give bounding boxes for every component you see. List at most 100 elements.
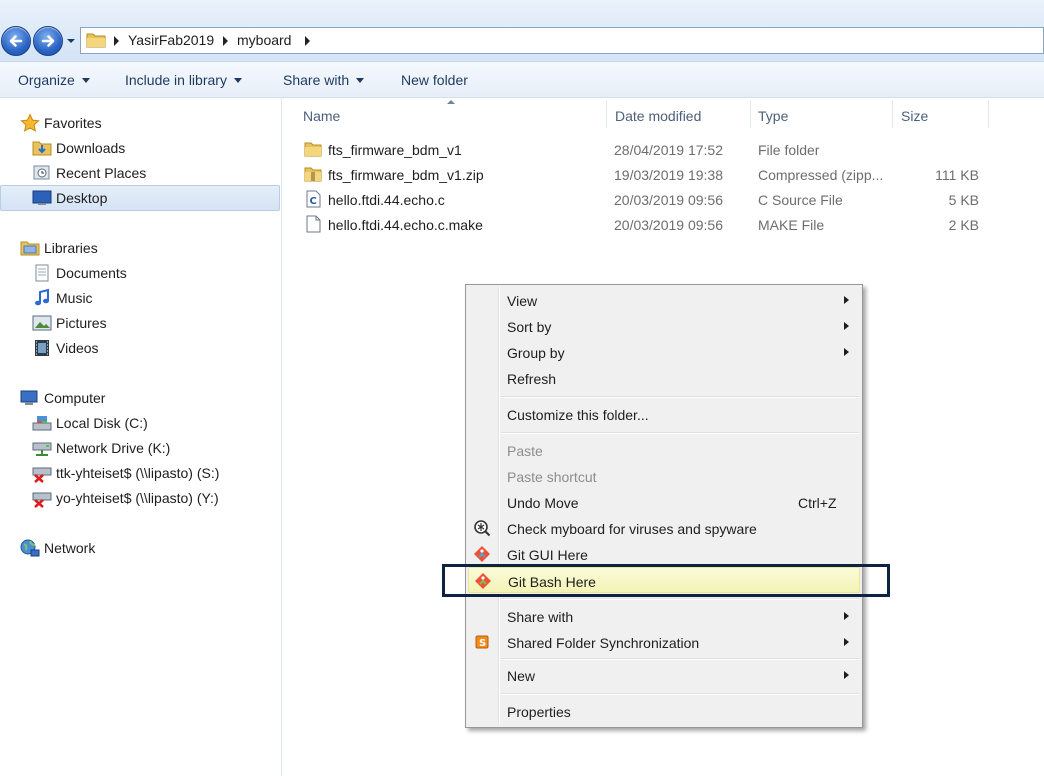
menu-item-label: Shared Folder Synchronization: [507, 635, 700, 651]
nav-pictures-label: Pictures: [56, 315, 107, 331]
nav-favorites-label: Favorites: [44, 115, 102, 131]
menu-item-label: Undo Move: [507, 495, 579, 511]
back-button[interactable]: [1, 26, 31, 56]
submenu-arrow-icon: [844, 638, 849, 646]
file-date: 20/03/2019 09:56: [614, 192, 723, 208]
column-divider[interactable]: [892, 100, 893, 128]
nav-local-disk-label: Local Disk (C:): [56, 415, 148, 431]
file-row[interactable]: fts_firmware_bdm_v1.zip 19/03/2019 19:38…: [303, 163, 1023, 187]
organize-label: Organize: [18, 72, 75, 88]
menu-item-customize-folder[interactable]: Customize this folder...: [468, 401, 860, 427]
star-icon: [20, 113, 40, 132]
annotation-highlight-box: [442, 564, 890, 597]
breadcrumb-yasirfab2019[interactable]: YasirFab2019: [128, 32, 214, 48]
svg-text:S: S: [479, 638, 486, 649]
menu-item-label: Refresh: [507, 371, 557, 387]
column-divider[interactable]: [988, 100, 989, 128]
menu-item-label: Properties: [507, 704, 571, 720]
menu-item-shared-folder-sync[interactable]: S Shared Folder Synchronization: [468, 629, 860, 655]
include-in-library-label: Include in library: [125, 72, 227, 88]
file-date: 20/03/2019 09:56: [614, 217, 723, 233]
breadcrumb-separator-icon[interactable]: [223, 36, 228, 46]
include-in-library-button[interactable]: Include in library: [125, 72, 242, 88]
share-with-button[interactable]: Share with: [283, 72, 365, 88]
arrow-right-icon: [41, 35, 55, 47]
nav-downloads-label: Downloads: [56, 140, 126, 156]
menu-item-label: Group by: [507, 345, 565, 361]
menu-item-check-viruses[interactable]: Check myboard for viruses and spyware: [468, 515, 860, 541]
submenu-arrow-icon: [844, 296, 849, 304]
breadcrumb-separator-icon[interactable]: [305, 36, 310, 46]
libraries-icon: [20, 241, 40, 256]
menu-item-paste[interactable]: Paste: [468, 437, 860, 463]
svg-text:C: C: [310, 196, 317, 207]
breadcrumb-separator-icon[interactable]: [114, 36, 119, 46]
folder-icon: [304, 142, 322, 157]
network-drive-icon: [32, 442, 52, 456]
sharepoint-sync-icon: S: [475, 635, 489, 649]
menu-item-share-with[interactable]: Share with: [468, 603, 860, 629]
column-header-size[interactable]: Size: [901, 108, 928, 124]
c-source-file-icon: C: [306, 190, 321, 208]
downloads-folder-icon: [32, 141, 52, 156]
menu-item-new[interactable]: New: [468, 662, 860, 688]
network-icon: [20, 539, 40, 557]
organize-button[interactable]: Organize: [18, 72, 90, 88]
forward-button[interactable]: [33, 26, 63, 56]
menu-item-undo-move[interactable]: Undo Move Ctrl+Z: [468, 489, 860, 515]
git-icon: [474, 546, 490, 562]
nav-documents-label: Documents: [56, 265, 127, 281]
nav-computer-label: Computer: [44, 390, 106, 406]
menu-item-label: Paste shortcut: [507, 469, 597, 485]
file-name: fts_firmware_bdm_v1: [328, 142, 462, 158]
menu-item-sort-by[interactable]: Sort by: [468, 313, 860, 339]
column-header-name[interactable]: Name: [303, 108, 340, 124]
column-divider[interactable]: [606, 100, 607, 128]
context-menu: View Sort by Group by Refresh Customize …: [465, 284, 863, 728]
menu-separator: [501, 693, 859, 695]
disconnected-drive-icon: [32, 492, 52, 508]
menu-item-refresh[interactable]: Refresh: [468, 365, 860, 391]
blank-file-icon: [306, 215, 321, 233]
menu-separator: [501, 396, 859, 398]
menu-item-shortcut: Ctrl+Z: [798, 495, 837, 511]
nav-videos-label: Videos: [56, 340, 99, 356]
menu-item-label: View: [507, 293, 538, 309]
file-type: MAKE File: [758, 217, 825, 233]
computer-icon: [20, 390, 38, 405]
nav-yo-yhteiset-label: yo-yhteiset$ (\\lipasto) (Y:): [56, 490, 219, 506]
new-folder-button[interactable]: New folder: [401, 72, 468, 88]
menu-item-view[interactable]: View: [468, 287, 860, 313]
menu-item-group-by[interactable]: Group by: [468, 339, 860, 365]
documents-icon: [35, 264, 49, 282]
file-size: 2 KB: [948, 217, 979, 233]
file-row[interactable]: hello.ftdi.44.echo.c.make 20/03/2019 09:…: [303, 213, 1023, 237]
submenu-arrow-icon: [844, 671, 849, 679]
menu-separator: [501, 658, 859, 660]
pictures-icon: [32, 315, 52, 331]
breadcrumb-myboard[interactable]: myboard: [237, 32, 291, 48]
file-name: hello.ftdi.44.echo.c: [328, 192, 445, 208]
column-header-date-modified[interactable]: Date modified: [615, 108, 701, 124]
file-size: 5 KB: [948, 192, 979, 208]
zip-folder-icon: [304, 167, 322, 182]
nav-libraries-label: Libraries: [44, 240, 98, 256]
recent-pages-dropdown[interactable]: [65, 34, 77, 48]
sort-ascending-icon: [447, 100, 455, 104]
file-date: 28/04/2019 17:52: [614, 142, 723, 158]
file-row[interactable]: fts_firmware_bdm_v1 28/04/2019 17:52 Fil…: [303, 138, 1023, 162]
local-disk-icon: [32, 416, 52, 431]
desktop-icon: [32, 190, 52, 205]
file-name: hello.ftdi.44.echo.c.make: [328, 217, 483, 233]
menu-item-paste-shortcut[interactable]: Paste shortcut: [468, 463, 860, 489]
column-divider[interactable]: [750, 100, 751, 128]
file-date: 19/03/2019 19:38: [614, 167, 723, 183]
nav-recent-places-label: Recent Places: [56, 165, 147, 181]
nav-network-drive-label: Network Drive (K:): [56, 440, 171, 456]
menu-item-properties[interactable]: Properties: [468, 698, 860, 724]
column-header-type[interactable]: Type: [758, 108, 788, 124]
file-row[interactable]: C hello.ftdi.44.echo.c 20/03/2019 09:56 …: [303, 188, 1023, 212]
menu-item-label: New: [507, 668, 536, 684]
address-input[interactable]: YasirFab2019 myboard: [80, 27, 1044, 54]
nav-music-label: Music: [56, 290, 93, 306]
